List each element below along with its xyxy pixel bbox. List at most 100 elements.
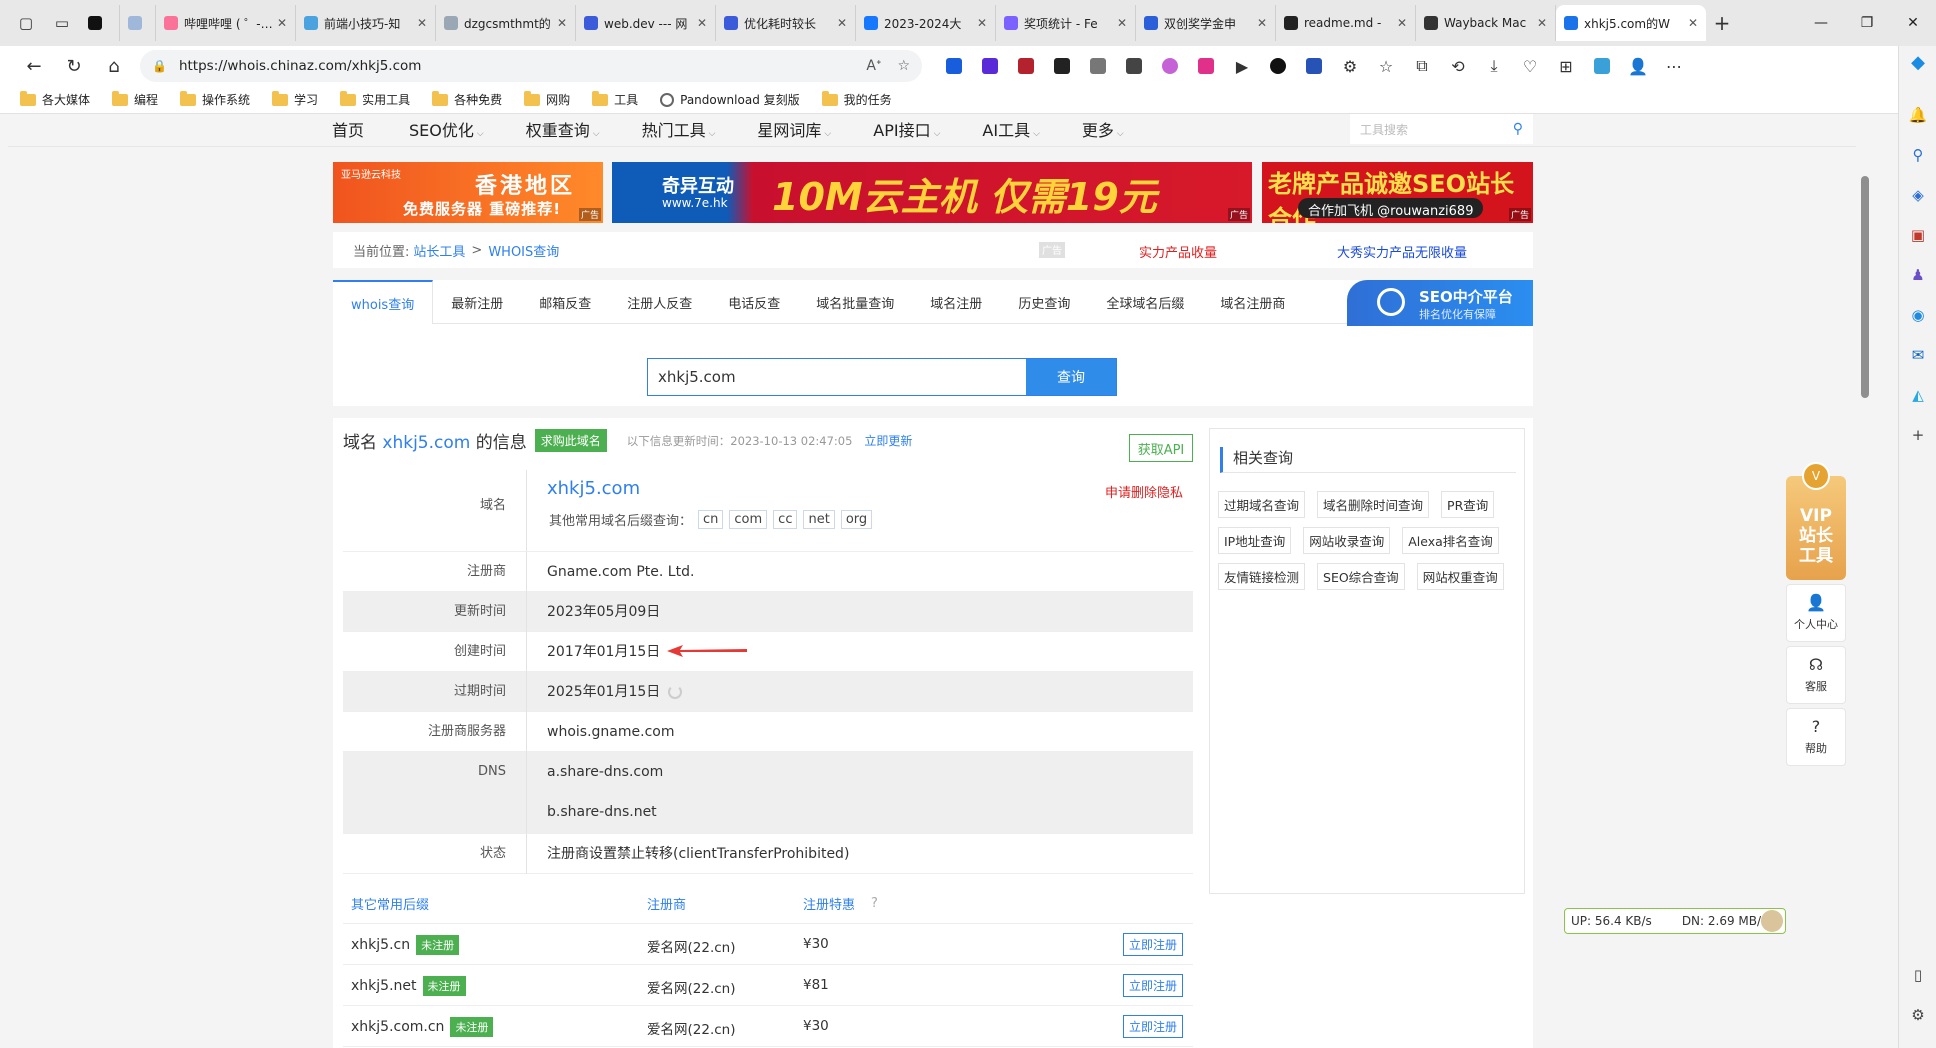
bookmark-item[interactable]: 操作系统 <box>180 90 250 108</box>
register-now-button[interactable]: 立即注册 <box>1122 933 1183 956</box>
vip-tools-badge[interactable]: V VIP站长工具 <box>1786 462 1846 580</box>
browser-tab[interactable]: 双创奖学金申 ✕ <box>1136 5 1276 41</box>
customer-service-button[interactable]: ☊ 客服 <box>1786 646 1846 704</box>
bookmark-item[interactable]: Pandownload 复刻版 <box>660 91 800 108</box>
back-icon[interactable]: ← <box>14 50 54 82</box>
notifications-icon[interactable]: 🔔 <box>1899 106 1936 124</box>
profile-icon[interactable]: 👤 <box>1620 50 1656 82</box>
outlook-icon[interactable]: ✉ <box>1899 346 1936 364</box>
bookmark-item[interactable]: 学习 <box>272 90 318 108</box>
browser-tab[interactable]: 前端小技巧-知 ✕ <box>296 5 436 41</box>
bookmark-item[interactable]: 网购 <box>524 90 570 108</box>
search-icon[interactable]: ⚲ <box>1899 146 1936 164</box>
tab-close-icon[interactable]: ✕ <box>1537 16 1547 30</box>
tools-icon[interactable]: ▣ <box>1899 226 1936 244</box>
update-now-link[interactable]: 立即更新 <box>864 432 912 449</box>
suffix-chip[interactable]: org <box>840 510 873 529</box>
tab-twitter[interactable] <box>120 5 156 41</box>
domain-search-input[interactable] <box>648 359 1026 395</box>
tool-tab[interactable]: 电话反查 <box>710 280 798 324</box>
browser-tab[interactable]: 2023-2024大 ✕ <box>856 5 996 41</box>
bookmark-item[interactable]: 编程 <box>112 90 158 108</box>
restore-icon[interactable]: ❐ <box>1844 0 1890 46</box>
home-icon[interactable]: ⌂ <box>94 50 134 82</box>
related-link[interactable]: 域名删除时间查询 <box>1317 491 1430 518</box>
browser-tab[interactable]: 优化耗时较长 ✕ <box>716 5 856 41</box>
settings-gear-icon[interactable]: ⚙ <box>1899 1006 1936 1024</box>
tab-blank[interactable] <box>80 5 120 41</box>
help-question-icon[interactable]: ? <box>871 896 878 911</box>
nav-item[interactable]: 首页 <box>332 117 367 141</box>
minimize-icon[interactable]: — <box>1798 0 1844 46</box>
ad-banner-seo[interactable]: 老牌产品诚邀SEO站长合作 合作加飞机 @rouwanzi689 广告 <box>1262 162 1533 223</box>
tab-actions-icon[interactable]: ▭ <box>44 5 80 41</box>
workspaces-icon[interactable]: ▢ <box>8 5 44 41</box>
browser-tab[interactable]: readme.md - ✕ <box>1276 5 1416 41</box>
tool-search-input[interactable]: 工具搜索 ⚲ <box>1350 114 1533 144</box>
extension-pink-icon[interactable] <box>1152 50 1188 82</box>
related-link[interactable]: PR查询 <box>1441 491 1495 518</box>
copilot-icon[interactable]: ◆ <box>1899 52 1936 73</box>
tool-tab[interactable]: 邮箱反查 <box>521 280 609 324</box>
record-icon[interactable] <box>1260 50 1296 82</box>
tab-close-icon[interactable]: ✕ <box>1397 16 1407 30</box>
bitwarden-icon[interactable] <box>936 50 972 82</box>
related-link[interactable]: 友情链接检测 <box>1218 563 1306 590</box>
read-aloud-icon[interactable]: Aᐩ <box>866 58 881 74</box>
help-button[interactable]: ? 帮助 <box>1786 708 1846 766</box>
related-link[interactable]: 过期域名查询 <box>1218 491 1306 518</box>
suffix-chip[interactable]: cn <box>698 510 724 529</box>
tool-tab[interactable]: whois查询 <box>333 280 434 324</box>
buy-domain-button[interactable]: 求购此域名 <box>534 429 607 452</box>
extension-purple-icon[interactable] <box>972 50 1008 82</box>
ad-banner-7e[interactable]: 奇异互动 www.7e.hk 10M云主机 仅需19元 广告 <box>612 162 1252 223</box>
related-link[interactable]: SEO综合查询 <box>1317 563 1405 590</box>
nav-item[interactable]: API接口 ⌵ <box>873 117 940 141</box>
tool-tab[interactable]: 历史查询 <box>1000 280 1088 324</box>
m365-icon[interactable]: ◉ <box>1899 306 1936 324</box>
add-sidebar-icon[interactable]: + <box>1899 426 1936 444</box>
ad-banner-aws[interactable]: 亚马逊云科技 香港地区 免费服务器 重磅推荐! 广告 <box>333 162 603 223</box>
tab-close-icon[interactable]: ✕ <box>557 16 567 30</box>
sidebar-toggle-icon[interactable]: ▯ <box>1899 966 1936 984</box>
apps-icon[interactable]: ⊞ <box>1548 50 1584 82</box>
games-icon[interactable]: ♟ <box>1899 266 1936 284</box>
tag-icon[interactable]: ◈ <box>1899 186 1936 204</box>
tab-close-icon[interactable]: ✕ <box>277 16 287 30</box>
favorites-icon[interactable]: ☆ <box>1368 50 1404 82</box>
bookmark-item[interactable]: 各种免费 <box>432 90 502 108</box>
info-title-domain[interactable]: xhkj5.com <box>382 433 470 453</box>
personal-center-button[interactable]: 👤 个人中心 <box>1786 584 1846 642</box>
suffix-chip[interactable]: com <box>729 510 768 529</box>
ad-text-link-red[interactable]: 实力产品收量 <box>1139 242 1217 261</box>
tool-tab[interactable]: 最新注册 <box>433 280 521 324</box>
bookmark-item[interactable]: 我的任务 <box>821 90 892 108</box>
query-button[interactable]: 查询 <box>1026 359 1116 395</box>
nav-item[interactable]: 热门工具 ⌵ <box>642 117 716 141</box>
tool-tab[interactable]: 注册人反查 <box>609 280 710 324</box>
more-menu-icon[interactable]: ⋯ <box>1656 50 1692 82</box>
refresh-spinner-icon[interactable] <box>668 684 683 699</box>
history-icon[interactable]: ⟲ <box>1440 50 1476 82</box>
nav-item[interactable]: AI工具 ⌵ <box>982 117 1040 141</box>
new-tab-button[interactable]: + <box>1706 7 1738 39</box>
nav-item[interactable]: 星网词库 ⌵ <box>757 117 831 141</box>
bookmark-item[interactable]: 实用工具 <box>340 90 410 108</box>
register-now-button[interactable]: 立即注册 <box>1122 1015 1183 1038</box>
nav-item[interactable]: 更多 ⌵ <box>1082 117 1124 141</box>
suffix-chip[interactable]: net <box>803 510 835 529</box>
browser-tab[interactable]: web.dev --- 网 ✕ <box>576 5 716 41</box>
breadcrumb-current[interactable]: WHOIS查询 <box>488 241 559 260</box>
extension-magenta-icon[interactable] <box>1188 50 1224 82</box>
tab-close-icon[interactable]: ✕ <box>697 16 707 30</box>
close-icon[interactable]: ✕ <box>1890 0 1936 46</box>
extension-hi-icon[interactable] <box>1116 50 1152 82</box>
breadcrumb-home-link[interactable]: 站长工具 <box>413 241 465 260</box>
sync-icon[interactable] <box>1584 50 1620 82</box>
extension-red-icon[interactable] <box>1008 50 1044 82</box>
browser-tab[interactable]: 奖项统计 - Fe ✕ <box>996 5 1136 41</box>
tool-tab[interactable]: 域名注册 <box>912 280 1000 324</box>
collections-icon[interactable]: ⧉ <box>1404 50 1440 82</box>
refresh-icon[interactable]: ↻ <box>54 50 94 82</box>
extension-dark-icon[interactable] <box>1044 50 1080 82</box>
